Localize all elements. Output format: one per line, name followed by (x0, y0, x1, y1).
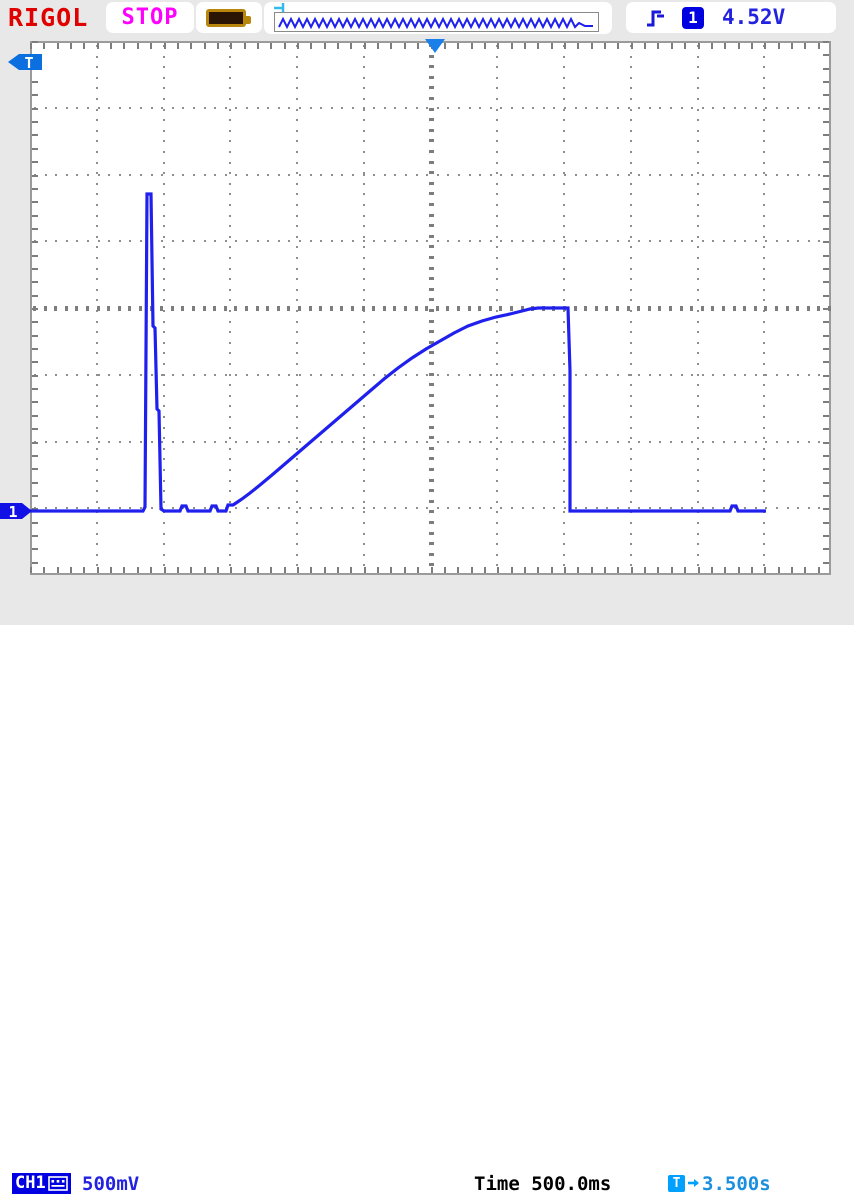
delay-badge-label: T (672, 1176, 681, 1191)
timebase-label: Time (474, 1173, 520, 1195)
battery-icon (206, 9, 251, 27)
trigger-source-badge: 1 (682, 7, 704, 29)
timebase-per-div: 500.0ms (531, 1173, 612, 1195)
battery-indicator (196, 2, 262, 33)
trigger-level-marker[interactable]: T (8, 51, 44, 73)
channel1-label: CH1 (15, 1173, 46, 1193)
graticule-area[interactable] (30, 41, 831, 575)
rising-edge-trigger-icon (647, 10, 664, 27)
delay-value: 3.500s (702, 1173, 771, 1195)
trigger-level-value: 4.52V (722, 5, 786, 29)
dc-coupling-icon (47, 1176, 68, 1191)
delay-badge: T (668, 1175, 685, 1192)
trigger-info-panel[interactable]: 1 4.52V (626, 2, 836, 33)
waveform-preview-box (274, 12, 599, 32)
delay-arrow-icon (688, 1179, 699, 1187)
timebase-panel[interactable]: Time 500.0ms (466, 1170, 658, 1198)
trigger-level-marker-label: T (24, 54, 33, 72)
waveform-trace-layer (30, 192, 766, 513)
channel1-settings[interactable]: CH1 500mV (6, 1170, 186, 1198)
waveform-preview-panel[interactable] (264, 2, 612, 34)
channel1-ground-marker-label: 1 (8, 503, 17, 521)
timebase-value: Time 500.0ms (474, 1173, 611, 1195)
bottom-status-bar: CH1 500mV Time 500.0ms T 3.500s (0, 580, 854, 1198)
top-status-bar: RIGOL STOP 1 4.52V (0, 0, 854, 36)
trigger-source-label: 1 (688, 8, 698, 27)
channel1-volts-per-div: 500mV (82, 1173, 140, 1195)
channel1-ground-marker[interactable]: 1 (0, 500, 34, 522)
channel1-badge: CH1 (12, 1173, 71, 1194)
brand-logo: RIGOL (8, 3, 89, 32)
run-status-label: STOP (121, 5, 179, 30)
trigger-delay-panel[interactable]: T 3.500s (662, 1170, 822, 1198)
preview-waveform-trace (278, 16, 593, 30)
oscilloscope-screen: RIGOL STOP 1 4.52V T 1 CH1 500mV Time 50… (0, 0, 854, 1198)
run-status-indicator[interactable]: STOP (106, 2, 194, 33)
preview-trigger-icon (274, 3, 285, 12)
trigger-position-marker[interactable] (424, 38, 446, 54)
